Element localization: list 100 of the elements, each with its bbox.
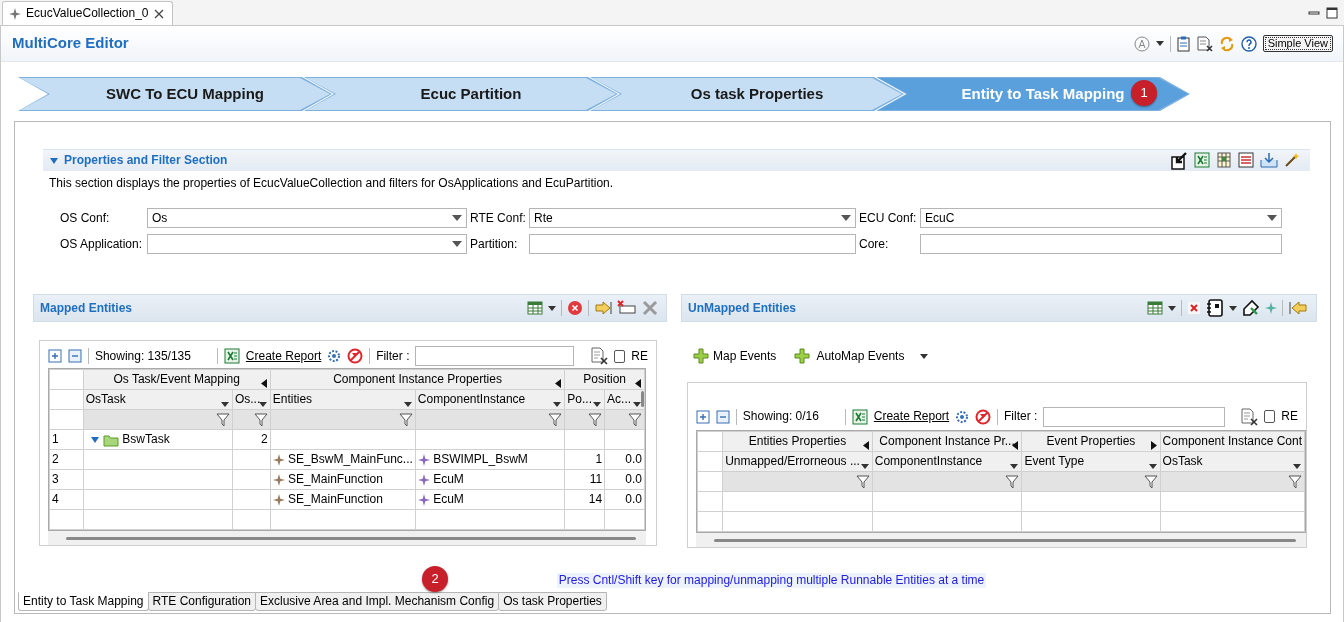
remove-icon[interactable] — [617, 300, 637, 316]
filter-icon[interactable] — [253, 412, 268, 427]
collapse-left-icon[interactable] — [555, 379, 562, 389]
filter-icon[interactable] — [398, 412, 413, 427]
arrow-right-icon[interactable] — [594, 300, 612, 316]
plus-icon[interactable] — [794, 348, 811, 364]
field-value: Rte — [534, 210, 553, 226]
map-events-link[interactable]: Map Events — [713, 348, 777, 364]
input-field[interactable] — [920, 234, 1282, 254]
no-filter-icon[interactable] — [347, 348, 364, 365]
filter-icon[interactable] — [588, 412, 603, 427]
filter-icon[interactable] — [1143, 474, 1158, 489]
spreadsheet-icon[interactable] — [851, 408, 868, 425]
collapse-triangle-icon[interactable] — [49, 155, 59, 166]
checkbox[interactable] — [613, 349, 626, 363]
column-group-header[interactable]: Os Task/Event Mapping — [83, 369, 271, 390]
table-icon[interactable] — [1147, 300, 1163, 316]
notebook-icon[interactable] — [1206, 299, 1224, 317]
dropdown-field[interactable]: Os — [147, 208, 467, 228]
editor-tab[interactable]: EcucValueCollection_0 — [2, 1, 173, 25]
input-field[interactable] — [529, 234, 856, 254]
component-icon — [417, 473, 430, 486]
filter-icon[interactable] — [628, 412, 642, 427]
clipboard-icon[interactable] — [1176, 35, 1191, 52]
filter-icon[interactable] — [215, 412, 230, 427]
checkbox[interactable] — [1263, 410, 1276, 424]
column-group-header[interactable]: Position — [564, 369, 645, 390]
collapse-triangle-icon[interactable] — [89, 434, 100, 445]
showing-count: Showing: 0/16 — [742, 409, 819, 425]
circled-a-icon[interactable] — [1133, 35, 1150, 52]
export-icon[interactable] — [1170, 151, 1188, 170]
dropdown-arrow-icon[interactable] — [452, 215, 462, 221]
delete-icon[interactable] — [1187, 301, 1201, 315]
gear-icon[interactable] — [955, 409, 970, 424]
stop-icon[interactable] — [567, 300, 583, 316]
table-icon[interactable] — [527, 300, 543, 316]
filter-icon[interactable] — [1005, 474, 1020, 489]
help-icon[interactable] — [1240, 35, 1257, 52]
columns-icon[interactable] — [1216, 151, 1232, 168]
menu-button[interactable]: AutoMap Events — [816, 348, 905, 364]
collapse-all-icon[interactable] — [68, 349, 82, 364]
edit-icon[interactable] — [1242, 299, 1260, 317]
filter-field[interactable] — [415, 346, 574, 367]
editor-tab-icon — [9, 7, 21, 20]
horizontal-scrollbar[interactable] — [66, 536, 636, 540]
import-icon[interactable] — [1260, 151, 1278, 168]
dropdown-arrow-icon[interactable] — [452, 241, 462, 247]
filter-icon[interactable] — [855, 474, 870, 489]
dropdown-field[interactable]: Rte — [529, 208, 856, 228]
row-number: 2 — [49, 449, 84, 470]
collapse-left-icon[interactable] — [1012, 441, 1019, 451]
create-report-link[interactable]: Create Report — [245, 348, 322, 364]
bottom-tab[interactable]: Exclusive Area and Impl. Mechanism Config — [255, 592, 500, 611]
collapse-left-icon[interactable] — [635, 379, 641, 389]
field-value: EcuC — [925, 210, 955, 226]
dropdown-arrow-icon[interactable] — [841, 215, 851, 221]
caret-icon[interactable] — [548, 305, 556, 311]
dropdown-field[interactable] — [147, 234, 467, 254]
magic-wand-icon[interactable] — [1284, 151, 1300, 168]
filter-field[interactable] — [1043, 406, 1225, 427]
list-icon[interactable] — [1238, 151, 1254, 168]
clear-filter-icon[interactable] — [1239, 407, 1258, 426]
create-report-link[interactable]: Create Report — [873, 409, 950, 425]
row-number: 4 — [49, 489, 84, 510]
maximize-icon[interactable] — [1326, 6, 1338, 19]
expand-all-icon[interactable] — [48, 349, 62, 364]
caret-icon[interactable] — [1155, 41, 1164, 46]
spreadsheet-icon[interactable] — [223, 348, 240, 365]
bottom-tab[interactable]: Entity to Task Mapping — [18, 592, 149, 611]
column-group-header[interactable]: Component Instance Pr... — [872, 431, 1022, 452]
collapse-left-icon[interactable] — [862, 441, 869, 451]
filter-icon[interactable] — [548, 412, 563, 427]
close-icon[interactable] — [153, 8, 164, 19]
dropdown-arrow-icon[interactable] — [1267, 215, 1277, 221]
expand-all-icon[interactable] — [696, 409, 710, 424]
collapse-all-icon[interactable] — [716, 409, 730, 424]
column-group-header[interactable]: Component Instance Properties — [270, 369, 565, 390]
dropdown-field[interactable]: EcuC — [920, 208, 1282, 228]
caret-icon[interactable] — [920, 353, 929, 359]
arrow-left-icon[interactable] — [1288, 300, 1308, 316]
clear-filter-icon[interactable] — [589, 347, 608, 366]
bottom-tab[interactable]: RTE Configuration — [147, 592, 256, 611]
filter-icon[interactable] — [1288, 474, 1302, 489]
collapse-left-icon[interactable] — [260, 379, 267, 389]
scrollbar-thumb[interactable] — [641, 391, 644, 407]
column-group-header[interactable]: Component Instance Cont — [1160, 431, 1305, 452]
caret-icon[interactable] — [1229, 305, 1237, 311]
spreadsheet-icon[interactable] — [1194, 151, 1210, 168]
caret-icon[interactable] — [1168, 305, 1176, 311]
simple-view-button[interactable]: Simple View — [1262, 34, 1333, 53]
column-group-header[interactable]: Event Properties — [1021, 431, 1161, 452]
no-filter-icon[interactable] — [975, 408, 992, 425]
section-title[interactable]: Properties and Filter Section — [64, 153, 228, 168]
expand-right-icon[interactable] — [1150, 441, 1157, 451]
gear-icon[interactable] — [327, 349, 342, 364]
bottom-tab[interactable]: Os task Properties — [498, 592, 607, 611]
column-group-header[interactable]: Entities Properties — [722, 431, 873, 452]
horizontal-scrollbar[interactable] — [714, 538, 1296, 542]
document-x-icon[interactable] — [1196, 35, 1213, 52]
plus-icon[interactable] — [693, 348, 709, 364]
